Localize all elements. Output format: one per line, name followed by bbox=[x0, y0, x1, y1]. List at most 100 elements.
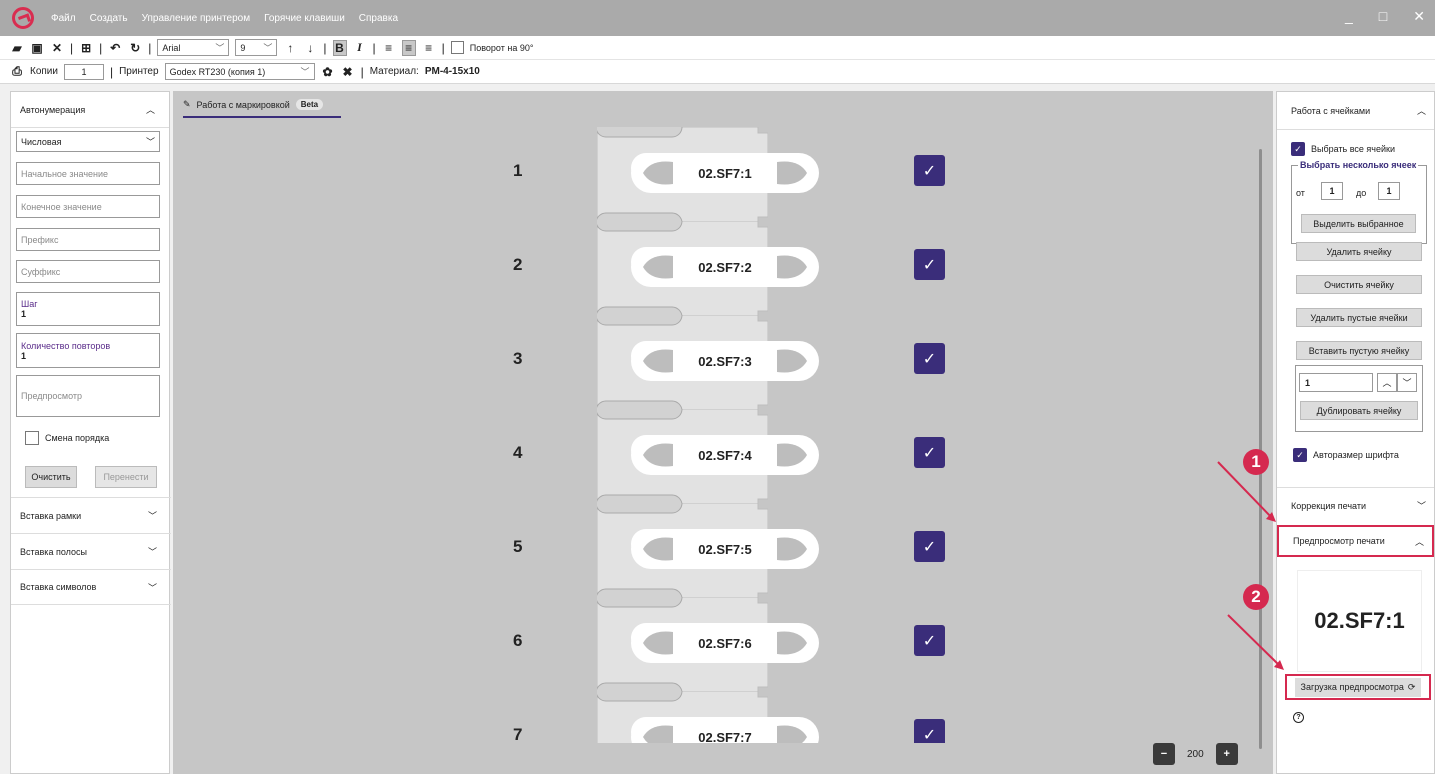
align-right-icon[interactable]: ≡ bbox=[422, 40, 436, 56]
close-icon[interactable]: ✕ bbox=[1413, 8, 1425, 25]
font-size-select[interactable]: 9 ﹀ bbox=[235, 39, 278, 56]
clear-cell-button[interactable]: Очистить ячейку bbox=[1296, 275, 1422, 294]
cells-header[interactable]: Работа с ячейками ︿ bbox=[1277, 92, 1434, 130]
italic-button[interactable]: I bbox=[353, 40, 367, 56]
marker-text[interactable]: 02.SF7:4 bbox=[631, 440, 819, 470]
printer-select[interactable]: Godex RT230 (копия 1) ﹀ bbox=[164, 63, 315, 80]
table-icon[interactable]: ⊞ bbox=[79, 40, 93, 56]
delete-empty-cells-button[interactable]: Удалить пустые ячейки bbox=[1296, 308, 1422, 327]
duplicate-count-input[interactable]: 1 bbox=[1299, 373, 1373, 392]
clear-button[interactable]: Очистить bbox=[25, 466, 77, 488]
insert-frame-label: Вставка рамки bbox=[20, 510, 82, 521]
table-row[interactable]: 6 02.SF7:6 ✓ bbox=[173, 597, 1173, 693]
arrow-down-icon[interactable]: ↓ bbox=[303, 40, 317, 56]
redo-icon[interactable]: ↻ bbox=[128, 40, 142, 56]
row-checkbox[interactable]: ✓ bbox=[914, 155, 945, 186]
repeat-count-field[interactable]: Количество повторов 1 bbox=[16, 333, 160, 368]
autonumbering-header[interactable]: Автонумерация ︿ bbox=[11, 92, 169, 128]
autonumbering-panel: Автонумерация ︿ Числовая ﹀ Начальное зна… bbox=[10, 91, 171, 774]
insert-frame-section[interactable]: Вставка рамки ﹀ bbox=[11, 497, 171, 533]
chevron-down-icon: ﹀ bbox=[1416, 501, 1426, 511]
print-correction-section[interactable]: Коррекция печати ﹀ bbox=[1277, 487, 1434, 523]
zoom-controls: − 200 + bbox=[1153, 743, 1238, 765]
order-change-row[interactable]: Смена порядка bbox=[25, 431, 109, 445]
gear-icon[interactable]: ✿ bbox=[321, 64, 335, 80]
chevron-down-icon: ﹀ bbox=[215, 43, 225, 53]
decrement-icon[interactable]: ﹀ bbox=[1397, 373, 1417, 392]
maximize-icon[interactable]: □ bbox=[1379, 8, 1387, 25]
insert-stripe-section[interactable]: Вставка полосы ﹀ bbox=[11, 533, 171, 569]
autosize-row[interactable]: ✓ Авторазмер шрифта bbox=[1293, 448, 1399, 462]
row-number: 4 bbox=[513, 443, 523, 462]
save-icon[interactable]: ▣ bbox=[30, 40, 44, 56]
menu-create[interactable]: Создать bbox=[90, 13, 128, 24]
row-checkbox[interactable]: ✓ bbox=[914, 343, 945, 374]
row-checkbox[interactable]: ✓ bbox=[914, 249, 945, 280]
printer-icon[interactable]: ⎙ bbox=[10, 64, 24, 80]
menu-help[interactable]: Справка bbox=[359, 13, 398, 24]
select-all-checkbox[interactable]: ✓ bbox=[1291, 142, 1305, 156]
row-checkbox[interactable]: ✓ bbox=[914, 531, 945, 562]
marker-text[interactable]: 02.SF7:2 bbox=[631, 252, 819, 282]
marker-text[interactable]: 02.SF7:7 bbox=[631, 722, 819, 744]
zoom-in-icon[interactable]: + bbox=[1215, 743, 1238, 765]
table-row[interactable]: 5 02.SF7:5 ✓ bbox=[173, 503, 1173, 599]
prefix-input[interactable]: Префикс bbox=[16, 228, 160, 251]
delete-cell-button[interactable]: Удалить ячейку bbox=[1296, 242, 1422, 261]
table-row[interactable]: 2 02.SF7:2 ✓ bbox=[173, 221, 1173, 317]
numbering-type-select[interactable]: Числовая ﹀ bbox=[16, 131, 160, 152]
delete-icon[interactable]: ✕ bbox=[50, 40, 64, 56]
select-selected-button[interactable]: Выделить выбранное bbox=[1301, 214, 1416, 233]
load-preview-button[interactable]: Загрузка предпросмотра ⟳ bbox=[1285, 674, 1431, 700]
title-bar: Файл Создать Управление принтером Горячи… bbox=[0, 0, 1435, 36]
table-row[interactable]: 3 02.SF7:3 ✓ bbox=[173, 315, 1173, 411]
zoom-out-icon[interactable]: − bbox=[1153, 743, 1175, 765]
table-row[interactable]: 4 02.SF7:4 ✓ bbox=[173, 409, 1173, 505]
marker-text[interactable]: 02.SF7:6 bbox=[631, 628, 819, 658]
order-change-checkbox[interactable] bbox=[25, 431, 39, 445]
select-all-row[interactable]: ✓ Выбрать все ячейки bbox=[1291, 142, 1395, 156]
separator: | bbox=[441, 40, 445, 55]
insert-empty-cell-button[interactable]: Вставить пустую ячейку bbox=[1296, 341, 1422, 360]
marker-list: 1 02.SF7:1 ✓ 2 02.SF7:2 ✓ 3 02.SF7:3 ✓ 4… bbox=[173, 91, 1273, 743]
open-folder-icon[interactable]: ▰ bbox=[10, 40, 24, 56]
insert-symbols-section[interactable]: Вставка символов ﹀ bbox=[11, 569, 171, 605]
tools-icon[interactable]: ✖ bbox=[341, 64, 355, 80]
align-left-icon[interactable]: ≡ bbox=[382, 40, 396, 56]
font-select[interactable]: Arial ﹀ bbox=[157, 39, 230, 56]
marker-text[interactable]: 02.SF7:1 bbox=[631, 158, 819, 188]
from-input[interactable]: 1 bbox=[1321, 182, 1343, 200]
minimize-icon[interactable]: _ bbox=[1345, 8, 1353, 25]
arrow-up-icon[interactable]: ↑ bbox=[283, 40, 297, 56]
duplicate-cell-button[interactable]: Дублировать ячейку bbox=[1300, 401, 1418, 420]
rotate-checkbox[interactable] bbox=[450, 41, 464, 54]
table-row[interactable]: 7 02.SF7:7 ✓ bbox=[173, 691, 1173, 743]
to-input[interactable]: 1 bbox=[1378, 182, 1400, 200]
transfer-button[interactable]: Перенести bbox=[95, 466, 157, 488]
table-row[interactable]: 1 02.SF7:1 ✓ bbox=[173, 127, 1173, 223]
menu-file[interactable]: Файл bbox=[51, 13, 76, 24]
copies-input[interactable]: 1 bbox=[63, 63, 104, 80]
start-value-input[interactable]: Начальное значение bbox=[16, 162, 160, 185]
marker-text[interactable]: 02.SF7:3 bbox=[631, 346, 819, 376]
row-checkbox[interactable]: ✓ bbox=[914, 437, 945, 468]
chevron-up-icon: ︿ bbox=[1414, 536, 1424, 547]
zoom-value: 200 bbox=[1187, 748, 1204, 760]
print-toolbar: ⎙ Копии 1 | Принтер Godex RT230 (копия 1… bbox=[0, 60, 1435, 84]
marker-text[interactable]: 02.SF7:5 bbox=[631, 534, 819, 564]
font-value: Arial bbox=[162, 42, 181, 53]
row-checkbox[interactable]: ✓ bbox=[914, 719, 945, 743]
undo-icon[interactable]: ↶ bbox=[108, 40, 122, 56]
autosize-checkbox[interactable]: ✓ bbox=[1293, 448, 1307, 462]
menu-hotkeys[interactable]: Горячие клавиши bbox=[264, 13, 345, 24]
menu-printer-control[interactable]: Управление принтером bbox=[142, 13, 250, 24]
help-icon[interactable]: ? bbox=[1293, 712, 1304, 723]
bold-button[interactable]: B bbox=[332, 39, 347, 56]
end-value-input[interactable]: Конечное значение bbox=[16, 195, 160, 218]
print-preview-section[interactable]: Предпросмотр печати ︿ bbox=[1277, 525, 1434, 557]
row-checkbox[interactable]: ✓ bbox=[914, 625, 945, 656]
align-center-icon[interactable]: ≡ bbox=[401, 39, 416, 56]
increment-icon[interactable]: ︿ bbox=[1377, 373, 1397, 392]
suffix-input[interactable]: Суффикс bbox=[16, 260, 160, 283]
step-field[interactable]: Шаг 1 bbox=[16, 292, 160, 326]
